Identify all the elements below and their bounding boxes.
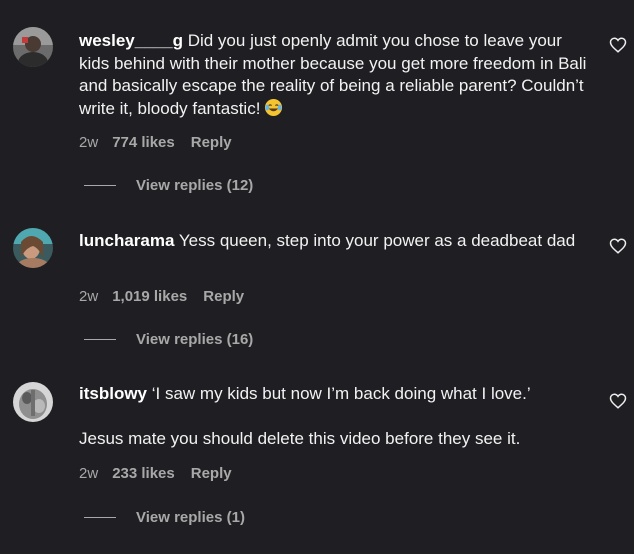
comment-meta: 2w 1,019 likes Reply — [79, 286, 591, 306]
reply-button[interactable]: Reply — [203, 288, 244, 305]
comment-username[interactable]: itsblowy — [79, 384, 147, 403]
comment-username[interactable]: wesley____g — [79, 31, 183, 50]
view-replies-label: View replies (1) — [136, 509, 245, 526]
view-replies-button[interactable]: View replies (1) — [84, 509, 245, 526]
view-replies-button[interactable]: View replies (16) — [84, 331, 253, 348]
like-heart-icon[interactable] — [609, 36, 627, 54]
like-heart-icon[interactable] — [609, 237, 627, 255]
avatar-image — [13, 382, 53, 422]
comment-time: 2w — [79, 464, 99, 482]
like-heart-icon[interactable] — [609, 392, 627, 410]
comment-username[interactable]: luncharama — [79, 231, 174, 250]
comment-text-line-2: Jesus mate you should delete this video … — [79, 428, 521, 448]
replies-divider — [84, 339, 116, 340]
comment-likes[interactable]: 233 likes — [112, 465, 175, 482]
comment-likes[interactable]: 1,019 likes — [112, 288, 187, 305]
comment-time: 2w — [79, 287, 99, 305]
avatar[interactable] — [13, 27, 53, 67]
view-replies-label: View replies (12) — [136, 177, 254, 194]
avatar[interactable] — [13, 382, 53, 422]
comment-body: ‘I saw my kids but now I’m back doing wh… — [151, 384, 531, 403]
avatar[interactable] — [13, 228, 53, 268]
comment-meta: 2w 774 likes Reply — [79, 132, 591, 152]
comment-time: 2w — [79, 133, 99, 151]
comment-text: luncharama Yess queen, step into your po… — [79, 230, 591, 253]
avatar-image — [13, 27, 53, 67]
comment-body: Yess queen, step into your power as a de… — [178, 231, 576, 250]
comments-feed: wesley____g Did you just openly admit yo… — [0, 0, 634, 554]
comment-text: wesley____g Did you just openly admit yo… — [79, 30, 591, 123]
reply-button[interactable]: Reply — [191, 134, 232, 151]
comment-text: itsblowy ‘I saw my kids but now I’m back… — [79, 383, 591, 406]
view-replies-label: View replies (16) — [136, 331, 254, 348]
replies-divider — [84, 185, 116, 186]
comment-likes[interactable]: 774 likes — [112, 134, 175, 151]
view-replies-button[interactable]: View replies (12) — [84, 177, 253, 194]
reply-button[interactable]: Reply — [191, 465, 232, 482]
replies-divider — [84, 517, 116, 518]
face-with-tears-of-joy-icon — [264, 98, 283, 124]
avatar-image — [13, 228, 53, 268]
comment-meta: 2w 233 likes Reply — [79, 463, 591, 483]
